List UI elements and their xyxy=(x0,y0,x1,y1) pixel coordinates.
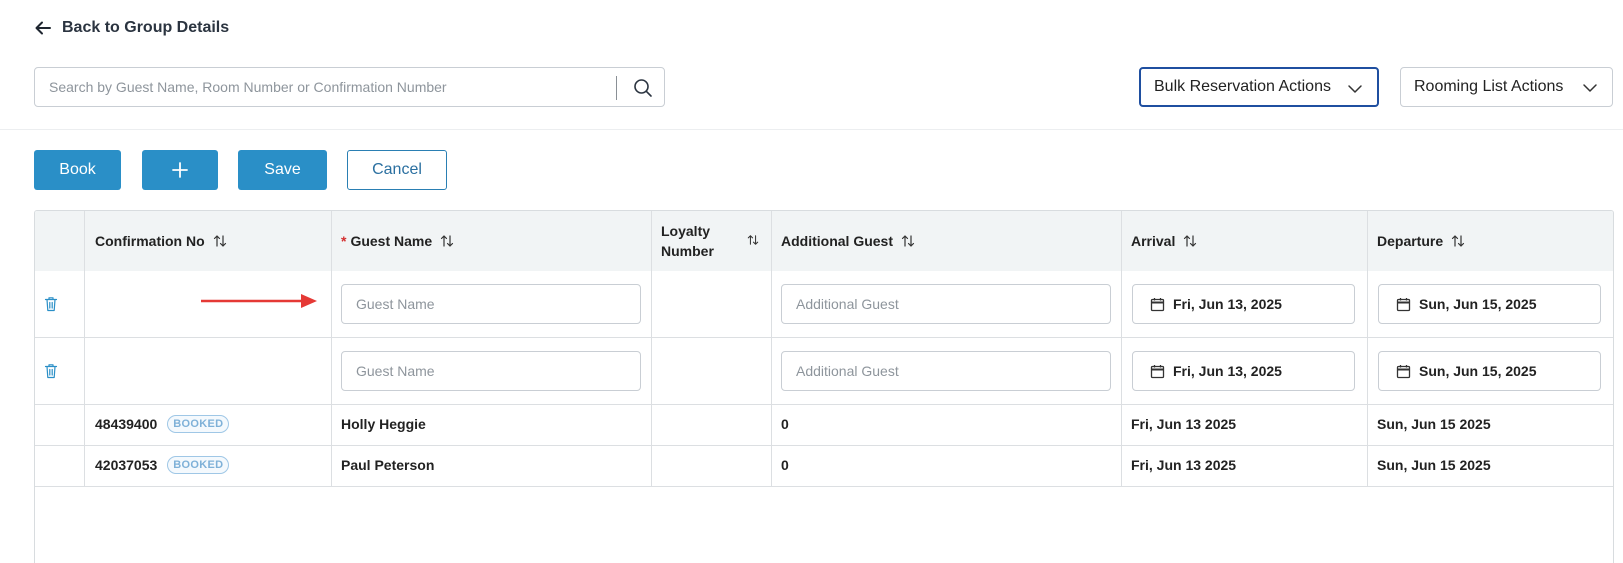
arrival-date-value: Fri, Jun 13, 2025 xyxy=(1173,363,1282,379)
column-label: Loyalty Number xyxy=(661,221,714,261)
back-link-label: Back to Group Details xyxy=(62,19,230,36)
column-header-arrival[interactable]: Arrival xyxy=(1121,211,1367,271)
save-button[interactable]: Save xyxy=(238,150,327,190)
additional-guest-input[interactable] xyxy=(781,284,1111,324)
status-badge: BOOKED xyxy=(167,456,230,474)
row-divider xyxy=(35,337,1613,338)
column-label-line: Number xyxy=(661,243,714,259)
departure-date-picker[interactable]: Sun, Jun 15, 2025 xyxy=(1378,351,1601,391)
sort-icon[interactable] xyxy=(747,234,759,246)
confirmation-number: 42037053 xyxy=(95,457,158,473)
book-button[interactable]: Book xyxy=(34,150,121,190)
bulk-reservation-actions-dropdown[interactable]: Bulk Reservation Actions xyxy=(1139,67,1379,107)
column-label: Guest Name xyxy=(350,233,433,249)
confirmation-number: 48439400 xyxy=(95,416,158,432)
guest-name-cell: Holly Heggie xyxy=(341,416,426,432)
arrival-date-picker[interactable]: Fri, Jun 13, 2025 xyxy=(1132,351,1355,391)
header-divider xyxy=(0,129,1623,130)
required-marker: * xyxy=(341,233,347,249)
column-header-additional-guest[interactable]: Additional Guest xyxy=(771,211,1121,271)
column-header-loyalty-number[interactable]: Loyalty Number xyxy=(651,211,771,271)
column-label: Confirmation No xyxy=(95,233,205,249)
chevron-down-icon xyxy=(1348,85,1362,93)
search-box xyxy=(34,67,665,107)
departure-date-value: Sun, Jun 15, 2025 xyxy=(1419,363,1537,379)
search-input[interactable] xyxy=(36,69,616,105)
add-row-button[interactable] xyxy=(142,150,218,190)
bulk-reservation-actions-label: Bulk Reservation Actions xyxy=(1154,78,1331,95)
additional-guest-cell: 0 xyxy=(781,416,789,432)
row-divider xyxy=(35,404,1613,405)
sort-icon[interactable] xyxy=(1451,234,1465,248)
column-label: Departure xyxy=(1377,233,1444,249)
search-divider xyxy=(616,76,617,100)
sort-icon[interactable] xyxy=(1183,234,1197,248)
row-divider xyxy=(35,486,1613,487)
status-badge: BOOKED xyxy=(167,415,230,433)
column-header-departure[interactable]: Departure xyxy=(1367,211,1613,271)
rooming-list-actions-dropdown[interactable]: Rooming List Actions xyxy=(1400,67,1613,107)
additional-guest-input[interactable] xyxy=(781,351,1111,391)
calendar-icon xyxy=(1150,364,1165,378)
arrival-date-value: Fri, Jun 13, 2025 xyxy=(1173,296,1282,312)
trash-icon[interactable] xyxy=(44,296,58,312)
calendar-icon xyxy=(1150,297,1165,311)
sort-icon[interactable] xyxy=(213,234,227,248)
confirmation-cell: 48439400 BOOKED xyxy=(95,414,230,434)
departure-cell: Sun, Jun 15 2025 xyxy=(1377,416,1491,432)
chevron-down-icon xyxy=(1583,84,1597,92)
arrival-date-picker[interactable]: Fri, Jun 13, 2025 xyxy=(1132,284,1355,324)
table-header: Confirmation No * Guest Name Loyalty Num… xyxy=(35,211,1613,271)
column-header-guest-name[interactable]: * Guest Name xyxy=(331,211,651,271)
departure-date-value: Sun, Jun 15, 2025 xyxy=(1419,296,1537,312)
arrow-left-icon xyxy=(35,21,51,35)
guest-name-input[interactable] xyxy=(341,284,641,324)
plus-icon xyxy=(172,162,188,178)
column-label: Arrival xyxy=(1131,233,1176,249)
calendar-icon xyxy=(1396,297,1411,311)
arrival-cell: Fri, Jun 13 2025 xyxy=(1131,457,1237,473)
column-label-line: Loyalty xyxy=(661,223,711,239)
arrival-cell: Fri, Jun 13 2025 xyxy=(1131,416,1237,432)
sort-icon[interactable] xyxy=(901,234,915,248)
departure-cell: Sun, Jun 15 2025 xyxy=(1377,457,1491,473)
rooming-list-table: Confirmation No * Guest Name Loyalty Num… xyxy=(34,210,1614,563)
row-divider xyxy=(35,445,1613,446)
trash-icon[interactable] xyxy=(44,363,58,379)
sort-icon[interactable] xyxy=(440,234,454,248)
guest-name-cell: Paul Peterson xyxy=(341,457,435,473)
calendar-icon xyxy=(1396,364,1411,378)
cancel-button[interactable]: Cancel xyxy=(347,150,447,190)
additional-guest-cell: 0 xyxy=(781,457,789,473)
confirmation-cell: 42037053 BOOKED xyxy=(95,455,230,475)
rooming-list-actions-label: Rooming List Actions xyxy=(1414,78,1564,95)
back-to-group-details-link[interactable]: Back to Group Details xyxy=(34,16,229,40)
departure-date-picker[interactable]: Sun, Jun 15, 2025 xyxy=(1378,284,1601,324)
annotation-arrow-icon xyxy=(201,294,317,308)
search-icon[interactable] xyxy=(632,77,654,99)
guest-name-input[interactable] xyxy=(341,351,641,391)
column-header-confirmation[interactable]: Confirmation No xyxy=(85,211,331,271)
column-label: Additional Guest xyxy=(781,233,893,249)
